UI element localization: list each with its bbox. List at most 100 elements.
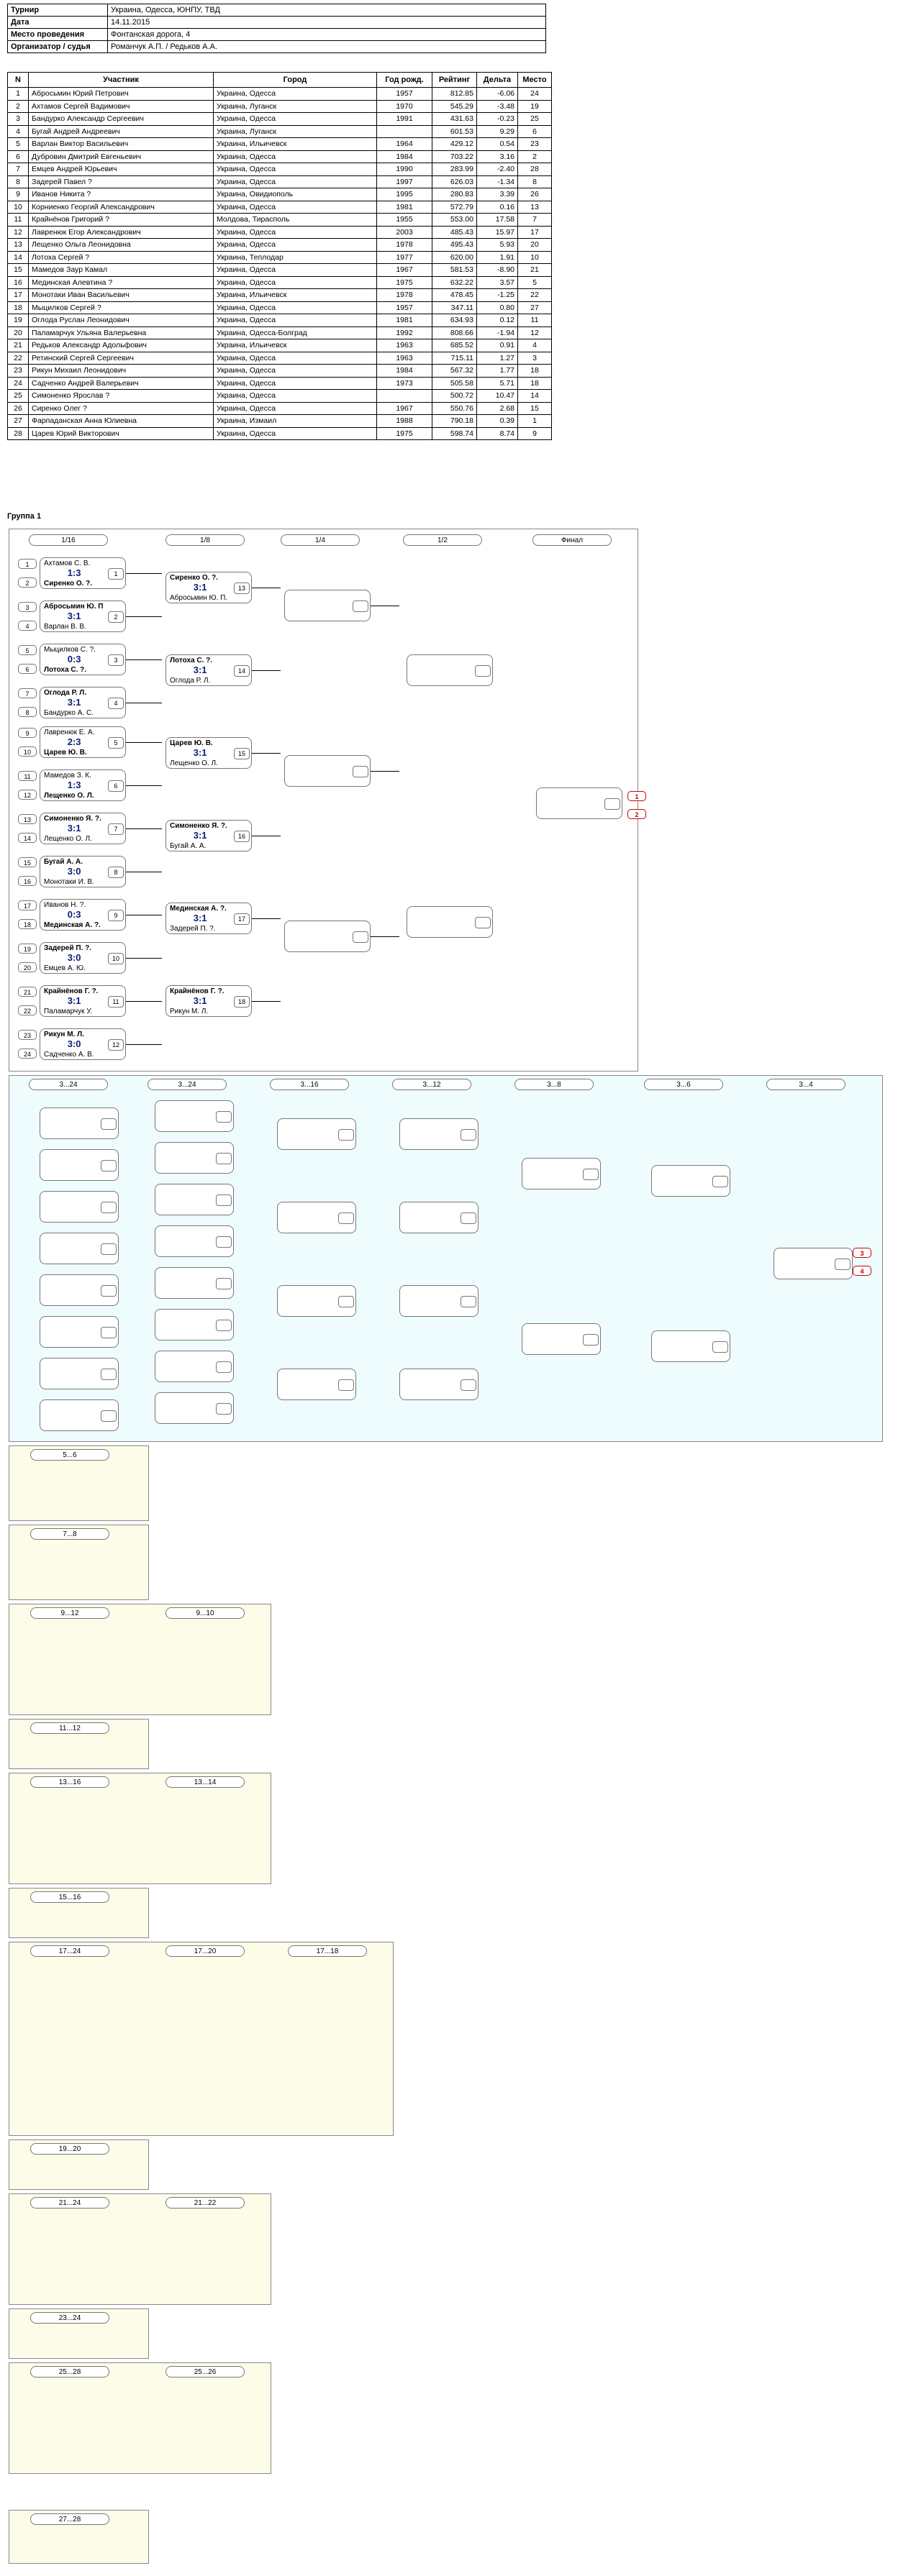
seed-badge: 24: [18, 1049, 37, 1059]
connector-line: [371, 771, 399, 772]
match-number: [216, 1361, 232, 1373]
match-box: Крайнёнов Г. ?. Паламарчук У. 3:1 11: [40, 985, 126, 1017]
connector-line: [126, 616, 162, 617]
connector-line: [126, 828, 162, 829]
match-box: [774, 1248, 853, 1279]
match-box: Оглода Р. Л. Бандурко А. С. 3:1 4: [40, 687, 126, 718]
round-header: 27...28: [30, 2513, 109, 2525]
match-box: [277, 1202, 356, 1233]
match-box: Сиренко О. ?. Абросьмин Ю. П. 3:1 13: [165, 572, 252, 603]
match-number: [475, 917, 491, 928]
round-header: 19...20: [30, 2143, 109, 2155]
match-player-1: Симоненко Я. ?.: [44, 815, 101, 823]
match-number: 13: [234, 583, 250, 594]
match-player-1: Сиренко О. ?.: [170, 574, 219, 582]
match-box: [284, 921, 371, 952]
bracket-section: [9, 1773, 271, 1884]
match-score: 1:3: [67, 780, 81, 790]
match-number: 8: [108, 867, 124, 878]
match-number: [353, 600, 368, 612]
match-player-2: Оглода Р. Л.: [170, 677, 211, 685]
match-player-1: Лавренюк Е. А.: [44, 729, 95, 736]
match-box: Симоненко Я. ?. Лещенко О. Л. 3:1 7: [40, 813, 126, 844]
match-number: 7: [108, 823, 124, 835]
match-player-2: Варлан В. В.: [44, 623, 86, 631]
match-player-2: Царев Ю. В.: [44, 749, 87, 757]
match-number: [101, 1410, 117, 1422]
seed-badge: 4: [18, 621, 37, 631]
place-badge: 3: [853, 1248, 871, 1258]
seed-badge: 15: [18, 857, 37, 867]
match-player-1: Абросьмин Ю. П.: [44, 603, 104, 611]
match-score: 3:0: [67, 1038, 81, 1049]
seed-badge: 19: [18, 944, 37, 954]
match-player-1: Крайнёнов Г. ?.: [44, 987, 99, 995]
seed-badge: 13: [18, 814, 37, 824]
match-number: [338, 1296, 354, 1307]
match-player-2: Монотаки И. В.: [44, 878, 94, 886]
match-player-1: Симоненко Я. ?.: [170, 822, 227, 830]
match-score: 3:1: [193, 582, 207, 593]
match-score: 0:3: [67, 909, 81, 920]
match-box: [40, 1274, 119, 1306]
match-box: Мединская А. ?. Задерей П. ?. 3:1 17: [165, 903, 252, 934]
place-badge: 4: [853, 1266, 871, 1276]
match-number: 9: [108, 910, 124, 921]
round-header: 1/16: [29, 534, 108, 546]
seed-badge: 7: [18, 688, 37, 698]
match-player-2: Абросьмин Ю. П.: [170, 594, 228, 602]
match-box: Царев Ю. В. Лещенко О. Л. 3:1 15: [165, 737, 252, 769]
match-player-1: Ахтамов С. В.: [44, 559, 91, 567]
match-box: [651, 1330, 730, 1362]
match-player-2: Лещенко О. Л.: [170, 759, 218, 767]
round-header: 13...16: [30, 1776, 109, 1788]
match-box: [40, 1233, 119, 1264]
connector-line: [371, 936, 399, 937]
match-player-2: Лещенко О. Л.: [44, 792, 94, 800]
match-number: [101, 1285, 117, 1297]
match-number: [712, 1341, 728, 1353]
round-header: 25...26: [165, 2366, 245, 2378]
match-number: [461, 1379, 476, 1391]
match-player-1: Лотоха С. ?.: [170, 657, 213, 664]
match-player-2: Рикун М. Л.: [170, 1008, 209, 1015]
seed-badge: 20: [18, 962, 37, 972]
seed-badge: 12: [18, 790, 37, 800]
match-box: [536, 787, 622, 819]
bracket-section: [9, 2193, 271, 2305]
round-header: 1/8: [165, 534, 245, 546]
match-box: Ахтамов С. В. Сиренко О. ?. 1:3 1: [40, 557, 126, 589]
match-number: 16: [234, 831, 250, 842]
match-number: [475, 665, 491, 677]
match-score: 1:3: [67, 567, 81, 578]
connector-line: [252, 753, 281, 754]
match-box: [284, 755, 371, 787]
round-header: 3...24: [29, 1079, 108, 1090]
match-box: [407, 654, 493, 686]
round-header: 1/4: [281, 534, 360, 546]
match-score: 3:0: [67, 866, 81, 877]
match-number: [216, 1403, 232, 1415]
match-number: [583, 1169, 599, 1180]
place-badge: 1: [627, 791, 646, 801]
match-number: 12: [108, 1039, 124, 1051]
connector-line: [126, 1044, 162, 1045]
match-player-2: Емцев А. Ю.: [44, 964, 86, 972]
match-box: Мыцилков С. ?. Лотоха С. ?. 0:3 3: [40, 644, 126, 675]
bracket-area: 1/16 1/8 1/4 1/2 Финал 3...24 3...24 3...16 3...…: [0, 0, 898, 2576]
round-header: 13...14: [165, 1776, 245, 1788]
match-score: 3:1: [67, 823, 81, 833]
match-box: [277, 1369, 356, 1400]
place-badge: 2: [627, 809, 646, 819]
match-number: [338, 1212, 354, 1224]
match-player-1: Мамедов З. К.: [44, 772, 91, 780]
match-box: Задерей П. ?. Емцев А. Ю. 3:0 10: [40, 942, 126, 974]
seed-badge: 1: [18, 559, 37, 569]
match-box: [155, 1225, 234, 1257]
match-box: [155, 1309, 234, 1340]
match-score: 3:1: [67, 995, 81, 1006]
match-box: [155, 1351, 234, 1382]
match-number: [461, 1129, 476, 1141]
match-number: [216, 1153, 232, 1164]
match-number: 15: [234, 748, 250, 759]
